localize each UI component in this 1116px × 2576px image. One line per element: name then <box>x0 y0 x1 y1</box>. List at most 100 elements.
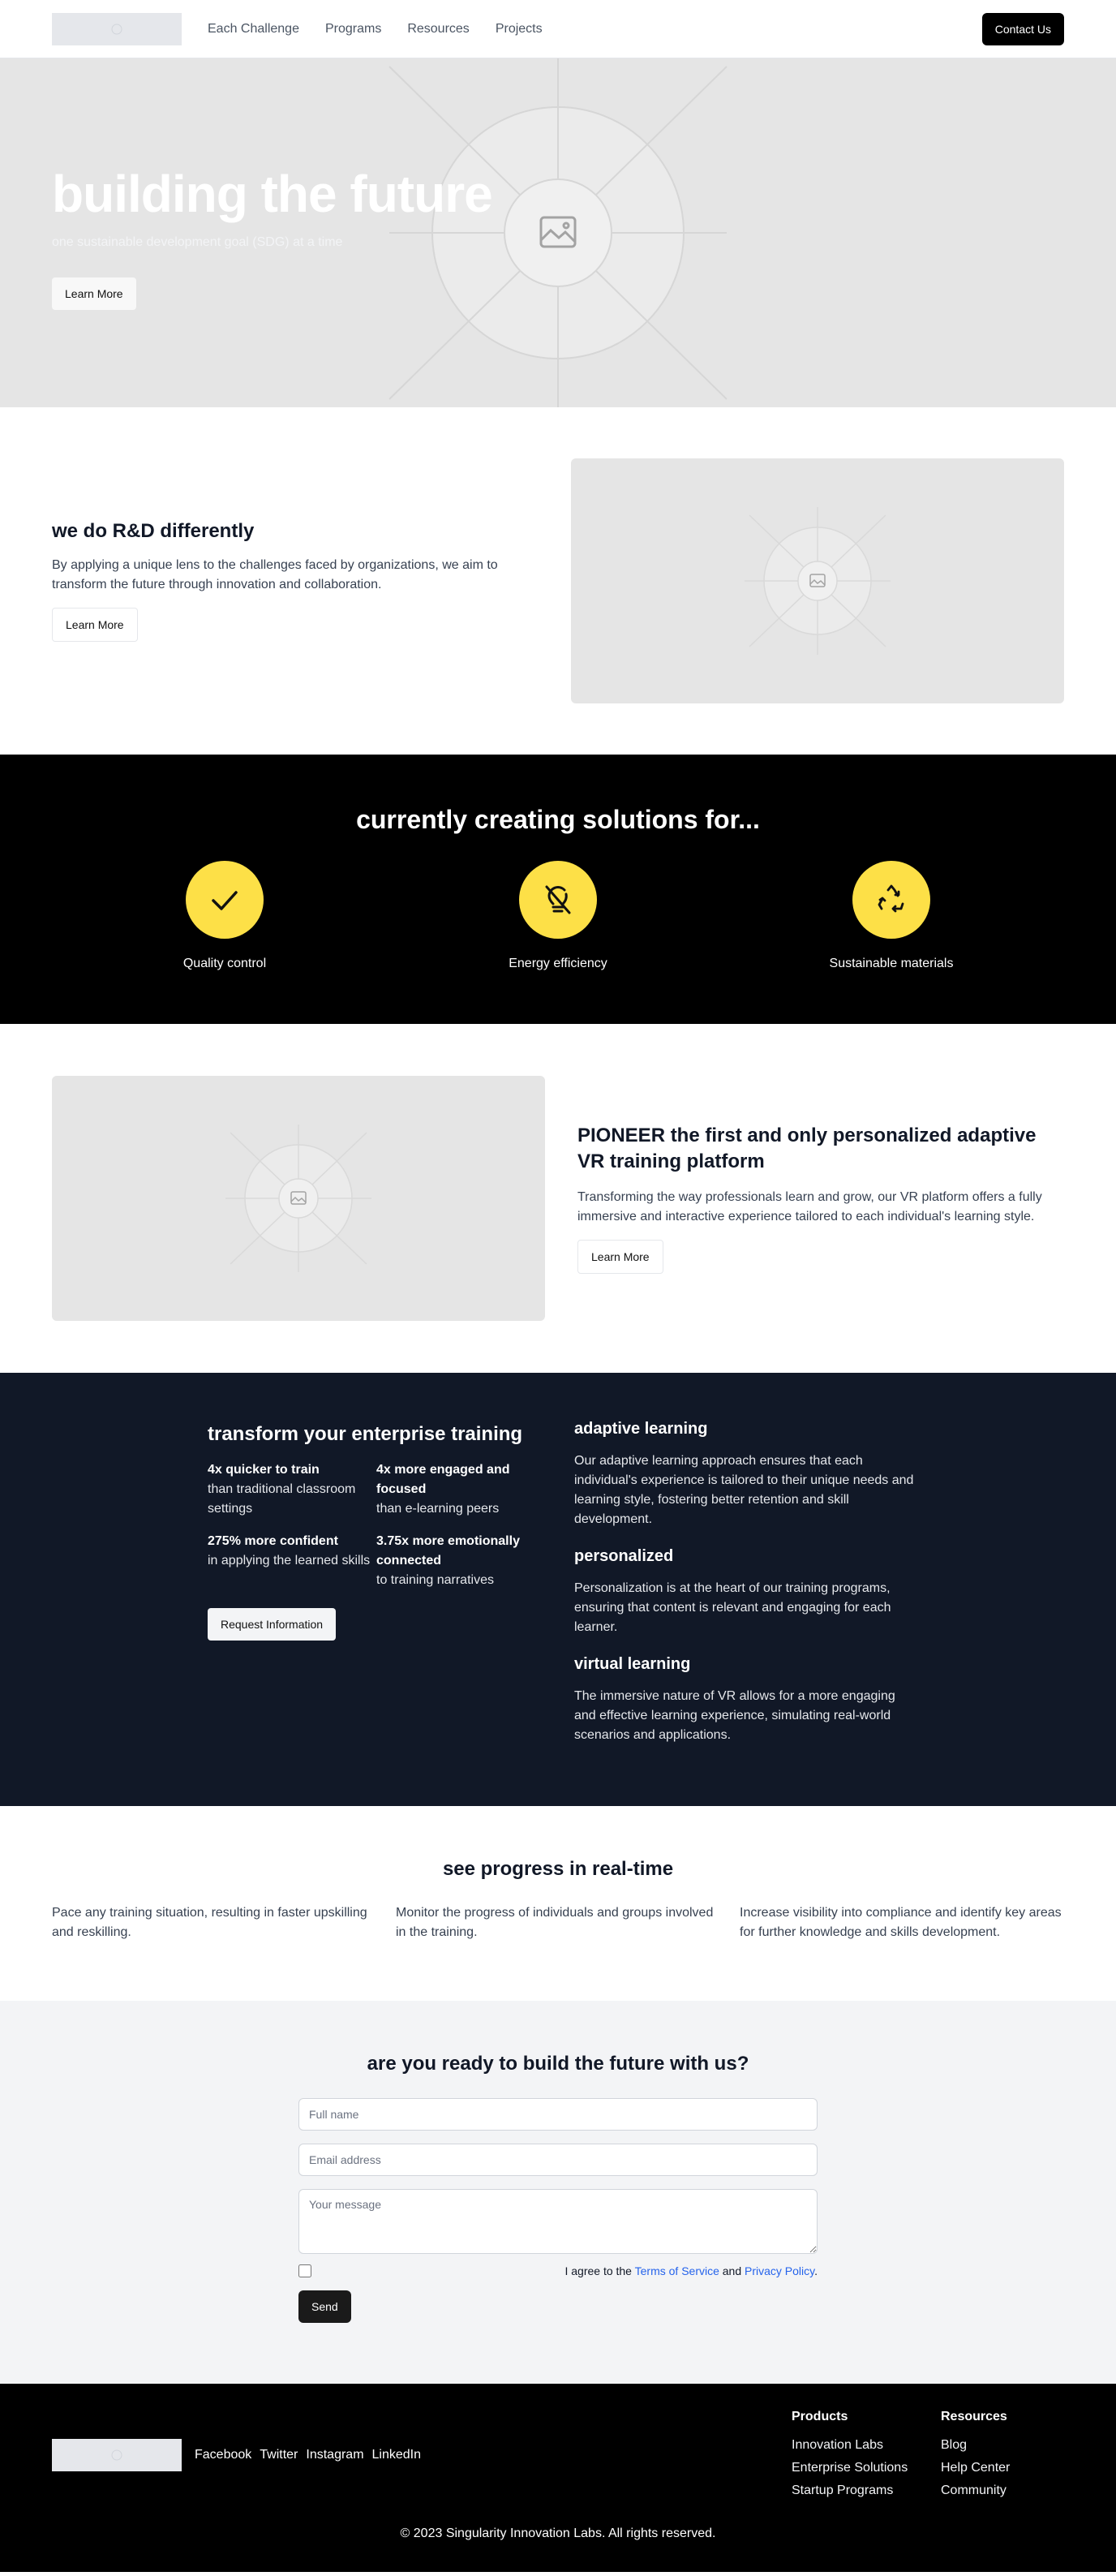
solution-item-quality-control: Quality control <box>127 861 322 971</box>
solution-label: Energy efficiency <box>509 957 607 970</box>
feature-body: The immersive nature of VR allows for a … <box>574 1689 895 1742</box>
footer-link-help-center[interactable]: Help Center <box>941 2457 1064 2479</box>
social-link-facebook[interactable]: Facebook <box>195 2448 251 2462</box>
email-field[interactable] <box>298 2144 818 2176</box>
progress-section: see progress in real-time Pace any train… <box>0 1806 1116 2001</box>
feature-body: Personalization is at the heart of our t… <box>574 1581 891 1634</box>
footer-column-title: Resources <box>941 2410 1007 2423</box>
footer-link-blog[interactable]: Blog <box>941 2434 1064 2457</box>
pioneer-body: Transforming the way professionals learn… <box>577 1190 1042 1223</box>
nav-links: Each Challenge Programs Resources Projec… <box>208 22 543 37</box>
social-link-linkedin[interactable]: LinkedIn <box>372 2448 422 2462</box>
nav-link-programs[interactable]: Programs <box>325 22 381 37</box>
contact-us-button[interactable]: Contact Us <box>981 12 1064 45</box>
request-information-button[interactable]: Request Information <box>208 1608 337 1641</box>
social-links: Facebook Twitter Instagram LinkedIn <box>195 2448 421 2462</box>
footer-link-community[interactable]: Community <box>941 2479 1064 2502</box>
social-link-instagram[interactable]: Instagram <box>306 2448 363 2462</box>
stat-item: 4x more engaged and focused than e-learni… <box>376 1460 535 1519</box>
feature-title: adaptive learning <box>574 1420 708 1438</box>
nav-link-each-challenge[interactable]: Each Challenge <box>208 22 299 37</box>
solution-item-sustainable-materials: Sustainable materials <box>794 861 989 971</box>
progress-columns: Pace any training situation, resulting i… <box>0 1903 1116 1942</box>
footer: Facebook Twitter Instagram LinkedIn Prod… <box>0 2384 1116 2572</box>
training-section: transform your enterprise training 4x qu… <box>0 1373 1116 1806</box>
stat-highlight: 4x quicker to train <box>208 1463 320 1477</box>
agree-checkbox[interactable] <box>298 2264 311 2277</box>
footer-link-enterprise-solutions[interactable]: Enterprise Solutions <box>792 2457 915 2479</box>
message-field[interactable] <box>298 2189 818 2254</box>
hero-learn-more-button[interactable]: Learn More <box>52 277 136 310</box>
stat-highlight: 3.75x more emotionally connected <box>376 1534 520 1568</box>
feature-title: virtual learning <box>574 1655 691 1673</box>
footer-products: Products Innovation Labs Enterprise Solu… <box>792 2410 915 2502</box>
stat-text: than e-learning peers <box>376 1502 500 1516</box>
solution-icon-circle <box>186 861 264 939</box>
feature-body: Our adaptive learning approach ensures t… <box>574 1454 914 1526</box>
training-inner: transform your enterprise training 4x qu… <box>208 1420 938 1763</box>
feature-adaptive-learning: adaptive learning Our adaptive learning … <box>574 1420 915 1529</box>
solution-item-energy-efficiency: Energy efficiency <box>461 861 655 971</box>
training-stats: 4x quicker to train than traditional clas… <box>208 1460 535 1590</box>
copyright: © 2023 Singularity Innovation Labs. All … <box>400 2527 716 2540</box>
terms-link[interactable]: Terms of Service <box>635 2264 719 2277</box>
agreement-row: I agree to the Terms of Service and Priv… <box>298 2264 818 2277</box>
footer-link-innovation-labs[interactable]: Innovation Labs <box>792 2434 915 2457</box>
nav-left: Each Challenge Programs Resources Projec… <box>52 12 543 45</box>
footer-column-title: Products <box>792 2410 848 2423</box>
agreement-and: and <box>722 2264 742 2277</box>
pioneer-section: PIONEER the first and only personalized … <box>0 1024 1116 1373</box>
footer-logo[interactable] <box>52 2439 182 2471</box>
solution-icon-circle <box>519 861 597 939</box>
image-placeholder-graphic <box>745 507 891 655</box>
rd-body: By applying a unique lens to the challen… <box>52 558 498 591</box>
footer-link-startup-programs[interactable]: Startup Programs <box>792 2479 915 2502</box>
recycle-icon <box>878 884 904 913</box>
nav-link-resources[interactable]: Resources <box>407 22 469 37</box>
stat-text: in applying the learned skills <box>208 1554 371 1568</box>
check-icon <box>212 891 238 910</box>
feature-title: personalized <box>574 1547 674 1565</box>
rd-text: we do R&D differently By applying a uniq… <box>52 520 539 642</box>
hero-subtitle: one sustainable development goal (SDG) a… <box>52 235 343 249</box>
logo[interactable] <box>52 12 182 45</box>
pioneer-image-placeholder <box>52 1076 545 1321</box>
footer-brand: Facebook Twitter Instagram LinkedIn <box>52 2439 421 2471</box>
solutions-title: currently creating solutions for... <box>356 805 760 834</box>
agreement-prefix: I agree to the <box>564 2264 632 2277</box>
progress-column: Monitor the progress of individuals and … <box>396 1906 714 1939</box>
pioneer-learn-more-button[interactable]: Learn More <box>577 1240 663 1274</box>
social-link-twitter[interactable]: Twitter <box>260 2448 298 2462</box>
rd-section: we do R&D differently By applying a uniq… <box>0 407 1116 755</box>
pioneer-title: PIONEER the first and only personalized … <box>577 1125 1037 1172</box>
hero-content: building the future one sustainable deve… <box>52 164 493 310</box>
image-placeholder-graphic <box>225 1125 371 1272</box>
logo-placeholder-icon <box>111 24 122 34</box>
agreement-text: I agree to the Terms of Service and Priv… <box>564 2264 818 2277</box>
solution-label: Quality control <box>182 957 267 970</box>
solutions-list: Quality control Energy efficiency Sustai… <box>127 861 989 971</box>
stat-item: 3.75x more emotionally connected to train… <box>376 1532 535 1590</box>
footer-resources: Resources Blog Help Center Community <box>941 2410 1064 2502</box>
stat-text: than traditional classroom settings <box>208 1482 356 1516</box>
stat-text: to training narratives <box>376 1573 494 1587</box>
solution-label: Sustainable materials <box>829 957 954 970</box>
stat-highlight: 4x more engaged and focused <box>376 1463 510 1496</box>
lightbulb-off-icon <box>545 885 571 914</box>
rd-learn-more-button[interactable]: Learn More <box>52 608 138 642</box>
rd-image-placeholder <box>571 458 1064 703</box>
training-title: transform your enterprise training <box>208 1423 523 1445</box>
top-nav: Each Challenge Programs Resources Projec… <box>0 0 1116 58</box>
agreement-period: . <box>814 2264 818 2277</box>
nav-link-projects[interactable]: Projects <box>496 22 543 37</box>
solution-icon-circle <box>852 861 930 939</box>
logo-placeholder-icon <box>111 2449 122 2461</box>
hero-title: building the future <box>52 165 493 223</box>
full-name-field[interactable] <box>298 2098 818 2131</box>
hero-section: building the future one sustainable deve… <box>0 58 1116 407</box>
contact-section: are you ready to build the future with u… <box>0 2001 1116 2384</box>
send-button[interactable]: Send <box>298 2290 351 2323</box>
feature-virtual-learning: virtual learning The immersive nature of… <box>574 1655 915 1745</box>
pioneer-text: PIONEER the first and only personalized … <box>577 1123 1064 1274</box>
privacy-link[interactable]: Privacy Policy <box>745 2264 814 2277</box>
